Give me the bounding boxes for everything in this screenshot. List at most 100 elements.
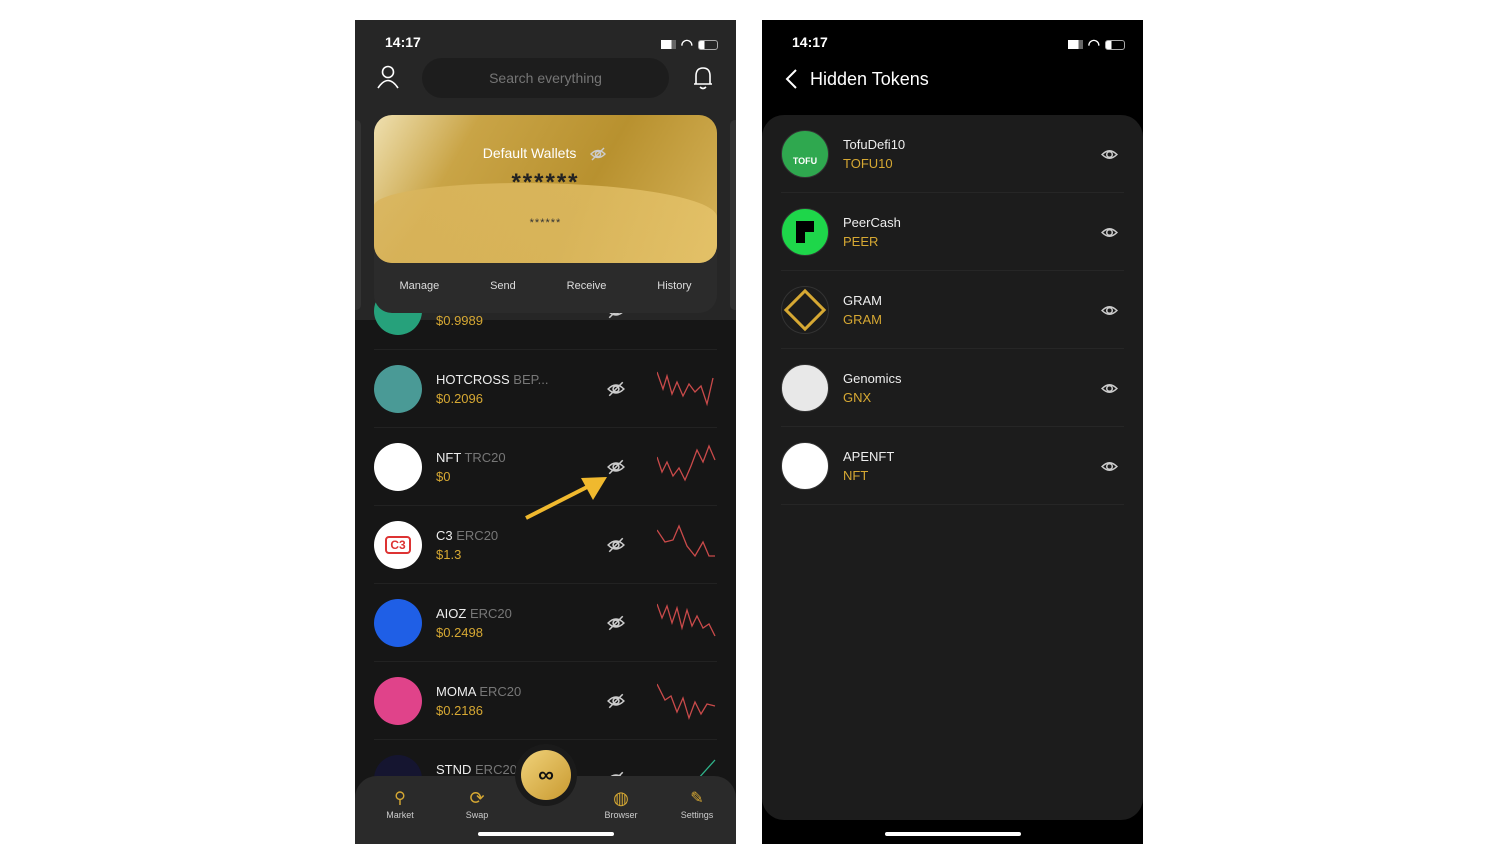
token-row[interactable]: MOMA ERC20 $0.2186: [374, 662, 717, 740]
token-logo: [781, 208, 829, 256]
eye-icon[interactable]: [1101, 380, 1118, 397]
battery-icon: [698, 39, 718, 50]
app-logo-icon: ∞: [538, 762, 554, 787]
token-logo: [374, 443, 422, 491]
hidden-token-row[interactable]: PeerCash PEER: [781, 193, 1124, 271]
token-logo: [781, 364, 829, 412]
wallet-name: Default Wallets: [482, 145, 577, 161]
sparkline: [657, 603, 716, 637]
hidden-token-row[interactable]: TOFU TofuDefi10 TOFU10: [781, 115, 1124, 193]
sparkline: [657, 371, 714, 407]
eye-off-icon[interactable]: [607, 536, 625, 554]
token-standard: ERC20: [475, 762, 517, 777]
token-name: STND: [436, 762, 472, 777]
eye-icon[interactable]: [1101, 224, 1118, 241]
token-name: HOTCROSS: [436, 372, 510, 387]
hidden-token-row[interactable]: Genomics GNX: [781, 349, 1124, 427]
swap-icon: ⟳: [469, 788, 485, 808]
page-title: Hidden Tokens: [810, 68, 929, 89]
back-icon[interactable]: [784, 68, 798, 90]
receive-button[interactable]: Receive: [567, 280, 607, 292]
send-button[interactable]: Send: [490, 280, 516, 292]
eye-icon[interactable]: [1101, 146, 1118, 163]
prev-card-edge[interactable]: [355, 120, 361, 310]
token-name: TofuDefi10: [843, 137, 906, 152]
token-standard: TRC20: [464, 450, 506, 465]
wallet-card[interactable]: Default Wallets ****** ****** Manage Sen…: [374, 115, 717, 313]
nav-market[interactable]: ⚲ Market: [370, 788, 430, 820]
token-logo-text: C3: [385, 536, 411, 554]
sparkline: [657, 524, 715, 558]
globe-icon: ◍: [613, 788, 629, 808]
token-name: PeerCash: [843, 215, 901, 230]
token-logo: C3: [374, 521, 422, 569]
home-indicator: [885, 832, 1021, 836]
history-button[interactable]: History: [657, 280, 691, 292]
status-bar: 14:17 ◠: [385, 34, 718, 52]
token-name: MOMA: [436, 684, 476, 699]
search-input[interactable]: [422, 58, 669, 98]
wifi-icon: ◠: [1087, 36, 1100, 52]
signal-icon: [1067, 40, 1083, 49]
token-name: C3: [436, 528, 453, 543]
token-logo: [781, 442, 829, 490]
eye-off-icon[interactable]: [607, 380, 625, 398]
token-name: GRAM: [843, 293, 882, 308]
hidden-tokens-screen: 14:17 ◠ Hidden Tokens TOFU TofuDefi10 TO…: [762, 20, 1143, 844]
token-standard: ERC20: [479, 684, 522, 699]
wallet-screen: 14:17 ◠ Default Wallets ****** ****** Ma…: [355, 20, 736, 844]
battery-icon: [1105, 39, 1125, 50]
token-name: NFT: [436, 450, 462, 465]
eye-icon[interactable]: [1101, 458, 1118, 475]
wifi-icon: ◠: [680, 36, 693, 52]
center-app-button[interactable]: ∞: [521, 750, 571, 800]
sparkline: [657, 683, 716, 721]
nav-swap[interactable]: ⟳ Swap: [447, 788, 507, 820]
eye-icon[interactable]: [1101, 302, 1118, 319]
token-price: $1.3: [436, 547, 462, 562]
eye-off-icon[interactable]: [607, 614, 625, 632]
token-logo: TOFU: [781, 130, 829, 178]
status-bar: 14:17 ◠: [792, 34, 1125, 52]
home-indicator: [478, 832, 614, 836]
eye-off-icon[interactable]: [607, 692, 625, 710]
eye-off-icon[interactable]: [588, 146, 608, 162]
sparkline: [657, 444, 716, 482]
token-logo: [374, 365, 422, 413]
token-logo: [781, 286, 829, 334]
token-symbol: TOFU10: [843, 156, 893, 171]
bell-icon[interactable]: [693, 66, 713, 90]
signal-icon: [660, 40, 676, 49]
token-logo: [374, 677, 422, 725]
token-symbol: PEER: [843, 234, 879, 249]
token-price: $0.2096: [436, 391, 483, 406]
token-price: $0.2186: [436, 703, 483, 718]
token-symbol: GNX: [843, 390, 872, 405]
profile-icon[interactable]: [377, 65, 399, 89]
token-name: AIOZ: [436, 606, 467, 621]
token-name: Genomics: [843, 371, 902, 386]
token-logo-text: TOFU: [792, 156, 818, 166]
token-symbol: GRAM: [843, 312, 882, 327]
token-logo: [374, 599, 422, 647]
wrench-icon: ✎: [690, 790, 704, 807]
annotation-arrow: [525, 477, 607, 520]
wallet-balance: ******: [511, 169, 580, 196]
wallet-sub-balance: ******: [529, 217, 562, 229]
next-card-edge[interactable]: [730, 120, 736, 310]
token-standard: ERC20: [456, 528, 499, 543]
token-row[interactable]: HOTCROSS BEP... $0.2096: [374, 350, 717, 428]
nav-settings[interactable]: ✎ Settings: [667, 788, 727, 820]
hidden-token-list: TOFU TofuDefi10 TOFU10 PeerCash PEER GRA…: [762, 115, 1143, 820]
token-price: $0: [436, 469, 451, 484]
token-symbol: NFT: [843, 468, 869, 483]
token-price: $0.2498: [436, 625, 483, 640]
token-row[interactable]: AIOZ ERC20 $0.2498: [374, 584, 717, 662]
hidden-token-row[interactable]: APENFT NFT: [781, 427, 1124, 505]
manage-button[interactable]: Manage: [399, 280, 439, 292]
token-standard: BEP...: [513, 372, 549, 387]
token-name: APENFT: [843, 449, 895, 464]
hidden-token-row[interactable]: GRAM GRAM: [781, 271, 1124, 349]
token-price: $0.9989: [436, 313, 483, 328]
nav-browser[interactable]: ◍ Browser: [591, 788, 651, 820]
